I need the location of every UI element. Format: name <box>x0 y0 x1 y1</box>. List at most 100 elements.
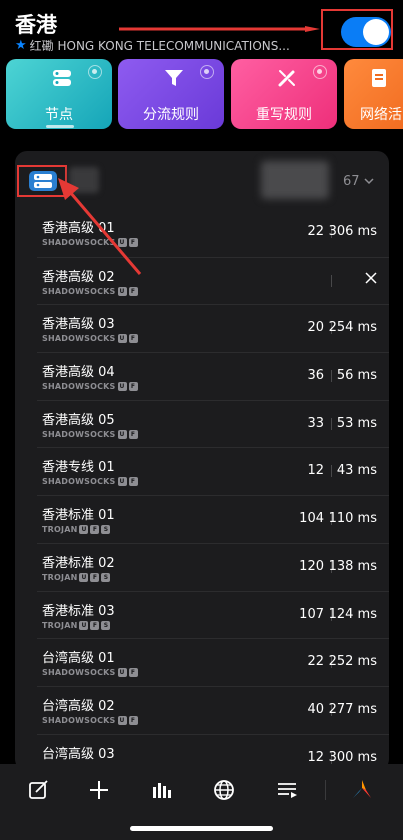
latency-divider <box>331 417 332 430</box>
feature-badge: U <box>117 334 127 344</box>
protocol-label: TROJAN <box>42 620 78 630</box>
feature-badge: U <box>117 286 127 296</box>
page-title: 香港 <box>15 13 57 37</box>
node-protocol: SHADOWSOCKSUF <box>42 382 138 392</box>
edit-icon[interactable] <box>27 778 51 802</box>
status-dot-icon <box>88 65 102 79</box>
node-name: 香港高级 05 <box>42 412 115 428</box>
node-metric: 20 <box>307 320 324 336</box>
feature-badge: U <box>79 525 89 535</box>
node-name: 台湾高级 01 <box>42 651 115 667</box>
node-row[interactable]: 香港标准 03 TROJAN U F S 107 124 ms <box>37 590 389 639</box>
node-row[interactable]: 香港专线 01 SHADOWSOCKS U F 12 43 ms <box>37 447 389 495</box>
app-logo-icon[interactable] <box>350 778 374 802</box>
node-latency: 300 ms <box>328 749 377 765</box>
feature-badge: F <box>128 286 138 296</box>
node-protocol: SHADOWSOCKSUF <box>42 477 138 487</box>
node-latency: 252 ms <box>328 654 377 670</box>
node-count: 67 <box>343 174 360 189</box>
node-row[interactable]: 台湾高级 02 SHADOWSOCKS U F 40 277 ms <box>37 685 389 734</box>
node-name: 香港标准 03 <box>42 603 115 619</box>
module-tiles: 节点 分流规则 重写规则 网络活 <box>6 59 403 131</box>
node-name: 香港标准 01 <box>42 508 115 524</box>
tile-label: 网络活 <box>360 107 402 123</box>
node-row[interactable]: 香港高级 04 SHADOWSOCKS U F 36 56 ms <box>37 352 389 400</box>
blurred-selection <box>261 161 329 199</box>
node-name: 香港高级 03 <box>42 317 115 333</box>
node-latency: 124 ms <box>328 606 377 622</box>
protocol-label: SHADOWSOCKS <box>42 382 116 392</box>
node-metric: 36 <box>307 368 324 384</box>
node-list: 香港高级 01 SHADOWSOCKS U F 22 306 ms 香港高级 02 SHADO… <box>15 209 389 771</box>
feature-badge: U <box>79 620 89 630</box>
node-name: 台湾高级 02 <box>42 698 115 714</box>
pencil-icon <box>278 70 295 87</box>
toggle-highlight <box>321 9 393 50</box>
latency-divider <box>331 370 332 383</box>
feature-badge: F <box>90 620 100 630</box>
protocol-label: SHADOWSOCKS <box>42 286 116 296</box>
feature-badge: U <box>117 382 127 392</box>
tile-label: 重写规则 <box>256 107 312 123</box>
feature-badge: F <box>128 334 138 344</box>
node-protocol: SHADOWSOCKSUF <box>42 668 138 678</box>
feature-badge: F <box>128 382 138 392</box>
node-name: 香港标准 02 <box>42 555 115 571</box>
subtitle-text: 红磡 HONG KONG TELECOMMUNICATIONS... <box>29 39 290 53</box>
node-name: 台湾高级 03 <box>42 746 115 762</box>
feature-badge: F <box>128 429 138 439</box>
server-icon <box>34 174 52 188</box>
proxy-toggle[interactable] <box>341 17 391 47</box>
node-protocol: SHADOWSOCKSUF <box>42 429 138 439</box>
node-metric: 104 <box>299 511 324 527</box>
protocol-label: TROJAN <box>42 525 78 535</box>
latency-divider <box>331 465 332 478</box>
node-latency: 56 ms <box>336 368 377 384</box>
tile-nodes[interactable]: 节点 <box>6 59 112 129</box>
node-metric: 107 <box>299 606 324 622</box>
node-latency: 254 ms <box>328 320 377 336</box>
toggle-knob <box>363 19 389 45</box>
feature-badge: U <box>117 429 127 439</box>
node-row[interactable]: 香港标准 02 TROJAN U F S 120 138 ms <box>37 542 389 591</box>
group-icon <box>29 171 57 191</box>
node-row[interactable]: 香港高级 05 SHADOWSOCKS U F 33 53 ms <box>37 399 389 448</box>
toolbar-divider <box>325 780 326 800</box>
status-dot-icon <box>313 65 327 79</box>
node-metric: 33 <box>307 415 324 431</box>
feature-badge: U <box>117 477 127 487</box>
chevron-down-icon[interactable] <box>364 176 374 186</box>
feature-badge: S <box>101 572 111 582</box>
feature-badge: S <box>101 620 111 630</box>
node-metric: 40 <box>307 701 324 717</box>
node-protocol: TROJAN U F S <box>42 525 111 535</box>
node-metric: 120 <box>299 558 324 574</box>
node-latency: 110 ms <box>328 511 377 527</box>
stats-icon[interactable] <box>150 778 174 802</box>
node-row[interactable]: 台湾高级 01 SHADOWSOCKS U F 22 252 ms <box>37 638 389 686</box>
list-icon[interactable] <box>275 778 299 802</box>
annotation-arrow-icon <box>58 178 142 275</box>
plus-icon[interactable] <box>87 778 111 802</box>
home-indicator <box>130 826 273 831</box>
document-icon <box>372 69 386 87</box>
protocol-label: SHADOWSOCKS <box>42 668 116 678</box>
filter-icon <box>165 70 183 86</box>
node-metric: 22 <box>307 654 324 670</box>
tile-rewrite[interactable]: 重写规则 <box>231 59 337 129</box>
node-row[interactable]: 香港标准 01 TROJAN U F S 104 110 ms <box>37 495 389 543</box>
node-latency: 138 ms <box>328 558 377 574</box>
tile-rules[interactable]: 分流规则 <box>118 59 224 129</box>
tile-label: 分流规则 <box>143 107 199 123</box>
feature-badge: F <box>90 525 100 535</box>
node-latency: 277 ms <box>328 701 377 717</box>
globe-icon[interactable] <box>212 778 236 802</box>
close-icon <box>365 272 377 284</box>
node-row[interactable]: 香港高级 03 SHADOWSOCKS U F 20 254 ms <box>37 304 389 352</box>
node-protocol: SHADOWSOCKSUF <box>42 334 138 344</box>
node-subtitle[interactable]: ★ 红磡 HONG KONG TELECOMMUNICATIONS... <box>15 37 290 54</box>
node-metric: 12 <box>307 749 324 765</box>
tile-network[interactable]: 网络活 <box>344 59 403 129</box>
feature-badge: F <box>128 668 138 678</box>
server-icon <box>53 70 71 86</box>
